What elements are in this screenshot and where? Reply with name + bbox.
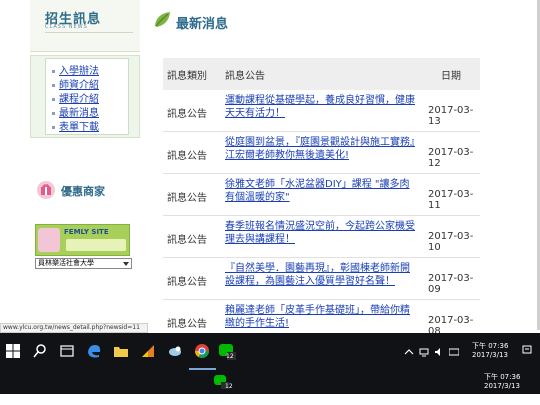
brand-subtitle: CLASS NEWS xyxy=(45,24,88,30)
main-content: 最新消息 訊息類別 訊息公告 日期 訊息公告 運動課程從基礎學起，養成良好習慣，… xyxy=(150,0,540,342)
table-row: 訊息公告 『自然美學．園藝再現』，彰國棟老師新開設課程，為園藝注入優質學習好名聲… xyxy=(163,258,480,300)
chrome-button[interactable] xyxy=(189,333,216,370)
edge-icon xyxy=(88,345,101,358)
table-row: 訊息公告 春季班報名情況盛況空前，今起跨公家機受理去與講課程！ 2017-03-… xyxy=(163,216,480,258)
sidebar-menu: 入學辦法 師資介紹 課程介紹 最新消息 表單下載 xyxy=(30,55,140,138)
family-site-select[interactable]: 員林樂活社會大學 xyxy=(35,258,132,269)
row-title-link[interactable]: 春季班報名情況盛況空前，今起跨公家機受理去與講課程！ xyxy=(225,220,417,246)
row-date: 2017-03-13 xyxy=(428,105,474,127)
leaf-icon xyxy=(155,12,170,27)
taskbar-strip xyxy=(0,370,540,394)
bird-icon xyxy=(169,346,181,356)
row-category: 訊息公告 xyxy=(167,151,207,162)
bullet-icon xyxy=(52,125,55,129)
menu-item-label: 表單下載 xyxy=(59,122,99,133)
bullet-icon xyxy=(52,69,55,73)
banner-image xyxy=(38,228,60,252)
badge-count: 12 xyxy=(225,383,233,390)
keyboard-icon[interactable] xyxy=(449,347,459,357)
row-category: 訊息公告 xyxy=(167,235,207,246)
page-title: 最新消息 xyxy=(176,17,229,32)
row-date: 2017-03-12 xyxy=(428,147,474,169)
line-app-button[interactable]: 12 xyxy=(213,333,240,370)
promo-section[interactable]: 優惠商家 xyxy=(35,178,125,200)
search-icon xyxy=(33,344,46,358)
chevron-up-icon[interactable] xyxy=(404,347,414,357)
windows-icon xyxy=(6,344,20,358)
taskbar-secondary: 12 下午 07:36 2017/3/13 xyxy=(0,370,540,405)
row-category: 訊息公告 xyxy=(167,277,207,288)
chrome-icon xyxy=(195,344,209,358)
sidebar-inner: 招生訊息 CLASS NEWS 入學辦法 師資介紹 課程介紹 最新消息 表單下載… xyxy=(30,0,140,330)
notification-icon[interactable] xyxy=(522,345,532,355)
row-category: 訊息公告 xyxy=(167,193,207,204)
start-button[interactable] xyxy=(0,333,27,370)
family-site-banner[interactable]: FEMLY SITE xyxy=(35,224,130,256)
taskbar: 12 下午 07:36 2017/3/13 xyxy=(0,333,540,370)
folder-icon xyxy=(114,347,128,357)
bullet-icon xyxy=(52,97,55,101)
clock-date-secondary: 2017/3/13 xyxy=(484,382,520,390)
row-title-link[interactable]: 從庭園到盆景，『庭園景觀設計與施工實務』江宏爾老師教你無後遺美化! xyxy=(225,136,417,162)
app-icon xyxy=(142,345,154,357)
app-button-a[interactable] xyxy=(135,333,162,370)
table-header: 訊息類別 訊息公告 日期 xyxy=(163,58,480,90)
banner-decoration xyxy=(66,239,126,251)
column-header-title: 訊息公告 xyxy=(225,71,265,82)
row-title-link[interactable]: 賴麗達老師「皮革手作基礎班」，帶給你精緻的手作生活! xyxy=(225,304,417,330)
menu-item-teachers[interactable]: 師資介紹 xyxy=(52,76,99,91)
file-explorer-button[interactable] xyxy=(108,333,135,370)
row-category: 訊息公告 xyxy=(167,109,207,120)
app-button-b[interactable] xyxy=(162,333,189,370)
banner-title: FEMLY SITE xyxy=(64,228,109,236)
sidebar-menu-list: 入學辦法 師資介紹 課程介紹 最新消息 表單下載 xyxy=(45,58,129,135)
task-view-icon xyxy=(60,345,74,357)
row-date: 2017-03-10 xyxy=(428,231,474,253)
volume-icon[interactable] xyxy=(434,347,444,357)
status-bar-url: www.ylcu.org.tw/news_detail.php?newsid=1… xyxy=(0,323,148,333)
table-row: 訊息公告 運動課程從基礎學起，養成良好習慣，健康天天有活力！ 2017-03-1… xyxy=(163,90,480,132)
row-title-link[interactable]: 運動課程從基礎學起，養成良好習慣，健康天天有活力！ xyxy=(225,94,417,120)
row-title-link[interactable]: 徐雅文老師「水泥盆器DIY」課程 "讓多肉有個溫暖的家" xyxy=(225,178,417,204)
sidebar: 招生訊息 CLASS NEWS 入學辦法 師資介紹 課程介紹 最新消息 表單下載… xyxy=(0,0,150,330)
row-title-link[interactable]: 『自然美學．園藝再現』，彰國棟老師新開設課程，為園藝注入優質學習好名聲！ xyxy=(225,262,417,288)
bullet-icon xyxy=(52,83,55,87)
brand-divider xyxy=(45,32,133,42)
menu-item-admission[interactable]: 入學辦法 xyxy=(52,62,99,77)
main-header: 最新消息 xyxy=(150,0,480,40)
select-value: 員林樂活社會大學 xyxy=(38,259,94,267)
clock-date[interactable]: 2017/3/13 xyxy=(472,351,508,359)
table-row: 訊息公告 徐雅文老師「水泥盆器DIY」課程 "讓多肉有個溫暖的家" 2017-0… xyxy=(163,174,480,216)
task-view-button[interactable] xyxy=(54,333,81,370)
row-date: 2017-03-09 xyxy=(428,273,474,295)
brand-header: 招生訊息 CLASS NEWS xyxy=(30,0,140,52)
column-header-date: 日期 xyxy=(441,71,461,82)
menu-item-forms[interactable]: 表單下載 xyxy=(52,118,99,133)
network-icon[interactable] xyxy=(419,347,429,357)
chevron-down-icon xyxy=(123,262,129,266)
table-row: 訊息公告 從庭園到盆景，『庭園景觀設計與施工實務』江宏爾老師教你無後遺美化! 2… xyxy=(163,132,480,174)
row-category: 訊息公告 xyxy=(167,319,207,330)
search-button[interactable] xyxy=(27,333,54,370)
badge-count: 12 xyxy=(226,353,234,360)
menu-item-news[interactable]: 最新消息 xyxy=(52,104,99,119)
gift-icon xyxy=(37,181,55,199)
promo-label: 優惠商家 xyxy=(61,185,105,198)
bullet-icon xyxy=(52,111,55,115)
row-date: 2017-03-11 xyxy=(428,189,474,211)
clock-time[interactable]: 下午 07:36 xyxy=(472,341,508,351)
menu-item-courses[interactable]: 課程介紹 xyxy=(52,90,99,105)
edge-button[interactable] xyxy=(81,333,108,370)
clock-time-secondary: 下午 07:36 xyxy=(484,373,521,381)
column-header-category: 訊息類別 xyxy=(167,71,207,82)
